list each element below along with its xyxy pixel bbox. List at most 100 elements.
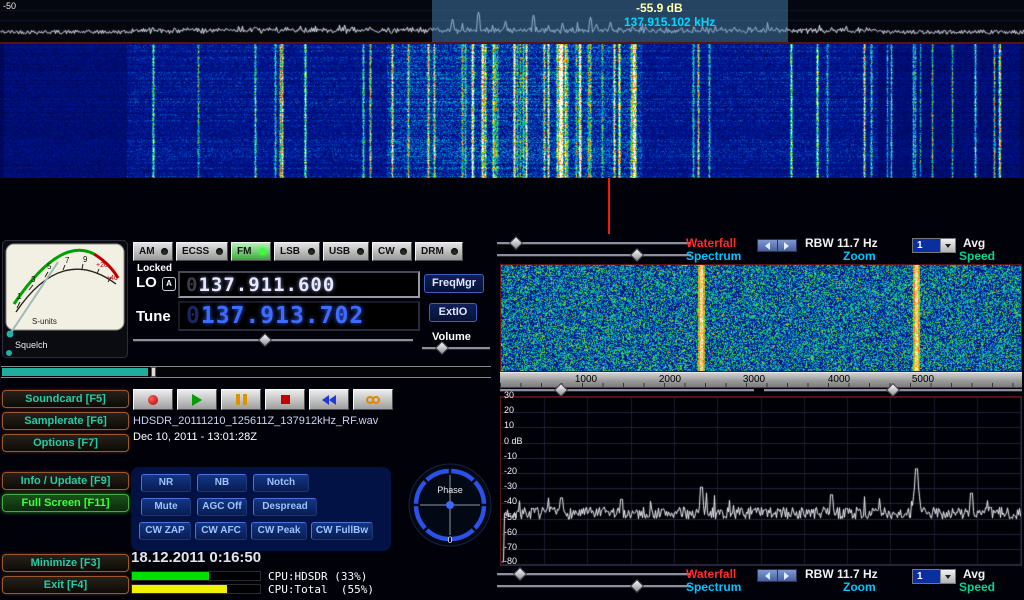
exit-button[interactable]: Exit [F4]	[2, 576, 129, 594]
slider-thumb[interactable]	[886, 383, 900, 397]
cpu-total-bar	[131, 584, 261, 594]
passband-highlight[interactable]	[432, 0, 788, 42]
af-spectrum-panel[interactable]	[500, 396, 1022, 566]
phase-dial[interactable]: Phase 0	[407, 462, 493, 548]
chevron-down-icon[interactable]	[940, 239, 955, 252]
tune-frequency-value: 137.913.702	[201, 303, 364, 329]
af-zoom-slider[interactable]	[500, 385, 754, 395]
record-button[interactable]	[133, 389, 173, 410]
mode-label: LSB	[280, 246, 300, 257]
info-update-button[interactable]: Info / Update [F9]	[2, 472, 129, 490]
lo-label: LO	[136, 274, 157, 291]
af-pan-slider[interactable]	[764, 385, 1022, 395]
extio-button[interactable]: ExtIO	[429, 303, 477, 322]
slider-thumb[interactable]	[513, 567, 527, 581]
pause-button[interactable]	[221, 389, 261, 410]
tune-marker-line[interactable]	[608, 178, 610, 234]
af-waterfall-brightness-slider[interactable]	[497, 250, 691, 260]
cpu-total-label: CPU:Total (55%)	[268, 583, 374, 596]
waterfall-shift-control-bottom[interactable]	[757, 569, 797, 582]
fullscreen-button[interactable]: Full Screen [F11]	[2, 494, 129, 512]
mode-fm-button[interactable]: FM	[231, 242, 271, 261]
slider-thumb[interactable]	[509, 236, 523, 250]
zoom-label-bottom: Zoom	[843, 580, 876, 594]
af-waterfall-panel[interactable]	[500, 264, 1022, 372]
slider-thumb[interactable]	[554, 383, 568, 397]
squelch-level-track[interactable]	[1, 366, 491, 378]
mode-ecss-button[interactable]: ECSS	[176, 242, 228, 261]
avg-select-top[interactable]: 1	[912, 238, 956, 253]
af-spectrum-canvas[interactable]	[501, 397, 1021, 565]
mode-drm-button[interactable]: DRM	[415, 242, 463, 261]
nr-button[interactable]: NR	[141, 474, 191, 492]
minimize-button[interactable]: Minimize [F3]	[2, 554, 129, 572]
mode-led	[357, 248, 364, 255]
mode-am-button[interactable]: AM	[133, 242, 173, 261]
avg-select-bottom[interactable]: 1	[912, 569, 956, 584]
datetime-display: 18.12.2011 0:16:50	[131, 549, 261, 566]
volume-slider[interactable]	[422, 343, 490, 353]
tune-frequency-display[interactable]: 0137.913.702	[178, 301, 420, 331]
chevron-down-icon[interactable]	[940, 570, 955, 583]
mode-lsb-button[interactable]: LSB	[274, 242, 320, 261]
squelch-thumb[interactable]	[151, 367, 156, 377]
cw-peak-button[interactable]: CW Peak	[251, 522, 307, 540]
cw-zap-button[interactable]: CW ZAP	[139, 522, 191, 540]
rf-waterfall-contrast-slider[interactable]	[497, 569, 691, 579]
waterfall-shift-control-top[interactable]	[757, 239, 797, 252]
mode-led	[451, 248, 458, 255]
af-waterfall-contrast-slider[interactable]	[497, 238, 691, 248]
tune-offset-thumb[interactable]	[258, 333, 272, 347]
shift-left-icon[interactable]	[758, 570, 777, 581]
af-db-label: -40	[504, 496, 517, 506]
rewind-button[interactable]	[309, 389, 349, 410]
af-db-label: 20	[504, 405, 514, 415]
locked-label: Locked	[137, 263, 172, 274]
slider-thumb[interactable]	[630, 579, 644, 593]
hdsdr-window: 137885 137890 137895 137900 137905 13791…	[0, 0, 1024, 600]
s-meter-tick-3: 3	[31, 275, 36, 284]
tune-offset-slider[interactable]	[133, 334, 413, 346]
af-db-label: -30	[504, 481, 517, 491]
slider-thumb[interactable]	[630, 248, 644, 262]
stop-button[interactable]	[265, 389, 305, 410]
tune-offset-track[interactable]	[133, 339, 413, 342]
af-db-label: 0 dB	[504, 436, 523, 446]
shift-right-icon[interactable]	[777, 240, 797, 251]
lo-frequency-display[interactable]: 0137.911.600	[178, 271, 420, 298]
cw-afc-button[interactable]: CW AFC	[195, 522, 247, 540]
waterfall-label-bottom[interactable]: Waterfall	[686, 567, 736, 581]
rf-waterfall-brightness-slider[interactable]	[497, 581, 691, 591]
freqmgr-button[interactable]: FreqMgr	[424, 274, 484, 293]
cw-fullbw-button[interactable]: CW FullBw	[311, 522, 373, 540]
volume-track[interactable]	[422, 347, 490, 350]
af-db-label: -20	[504, 466, 517, 476]
shift-right-icon[interactable]	[777, 570, 797, 581]
soundcard-button[interactable]: Soundcard [F5]	[2, 390, 129, 408]
avg-select-value: 1	[913, 239, 940, 252]
mode-cw-button[interactable]: CW	[372, 242, 412, 261]
lock-a-icon[interactable]: A	[162, 277, 176, 291]
volume-thumb[interactable]	[435, 341, 449, 355]
wav-file-name: HDSDR_20111210_125611Z_137912kHz_RF.wav	[133, 415, 378, 427]
samplerate-button[interactable]: Samplerate [F6]	[2, 412, 129, 430]
options-button[interactable]: Options [F7]	[2, 434, 129, 452]
mode-usb-button[interactable]: USB	[323, 242, 369, 261]
shift-left-icon[interactable]	[758, 240, 777, 251]
af-waterfall-canvas[interactable]	[501, 265, 1021, 371]
waterfall-label-top[interactable]: Waterfall	[686, 236, 736, 250]
rf-spectrum-panel[interactable]: -50 -55.9 dB 137.915.102 kHz	[0, 0, 1024, 44]
volume-label: Volume	[432, 331, 471, 343]
agc-off-button[interactable]: AGC Off	[197, 498, 247, 516]
spectrum-label-bottom[interactable]: Spectrum	[686, 580, 741, 594]
despread-button[interactable]: Despread	[253, 498, 317, 516]
mute-button[interactable]: Mute	[141, 498, 191, 516]
notch-button[interactable]: Notch	[253, 474, 309, 492]
nb-button[interactable]: NB	[197, 474, 247, 492]
lo-frequency-value: 137.911.600	[198, 274, 335, 296]
af-db-label: -10	[504, 451, 517, 461]
spectrum-label-top[interactable]: Spectrum	[686, 249, 741, 263]
loop-button[interactable]	[353, 389, 393, 410]
squelch-dot-icon[interactable]	[6, 350, 12, 356]
play-button[interactable]	[177, 389, 217, 410]
